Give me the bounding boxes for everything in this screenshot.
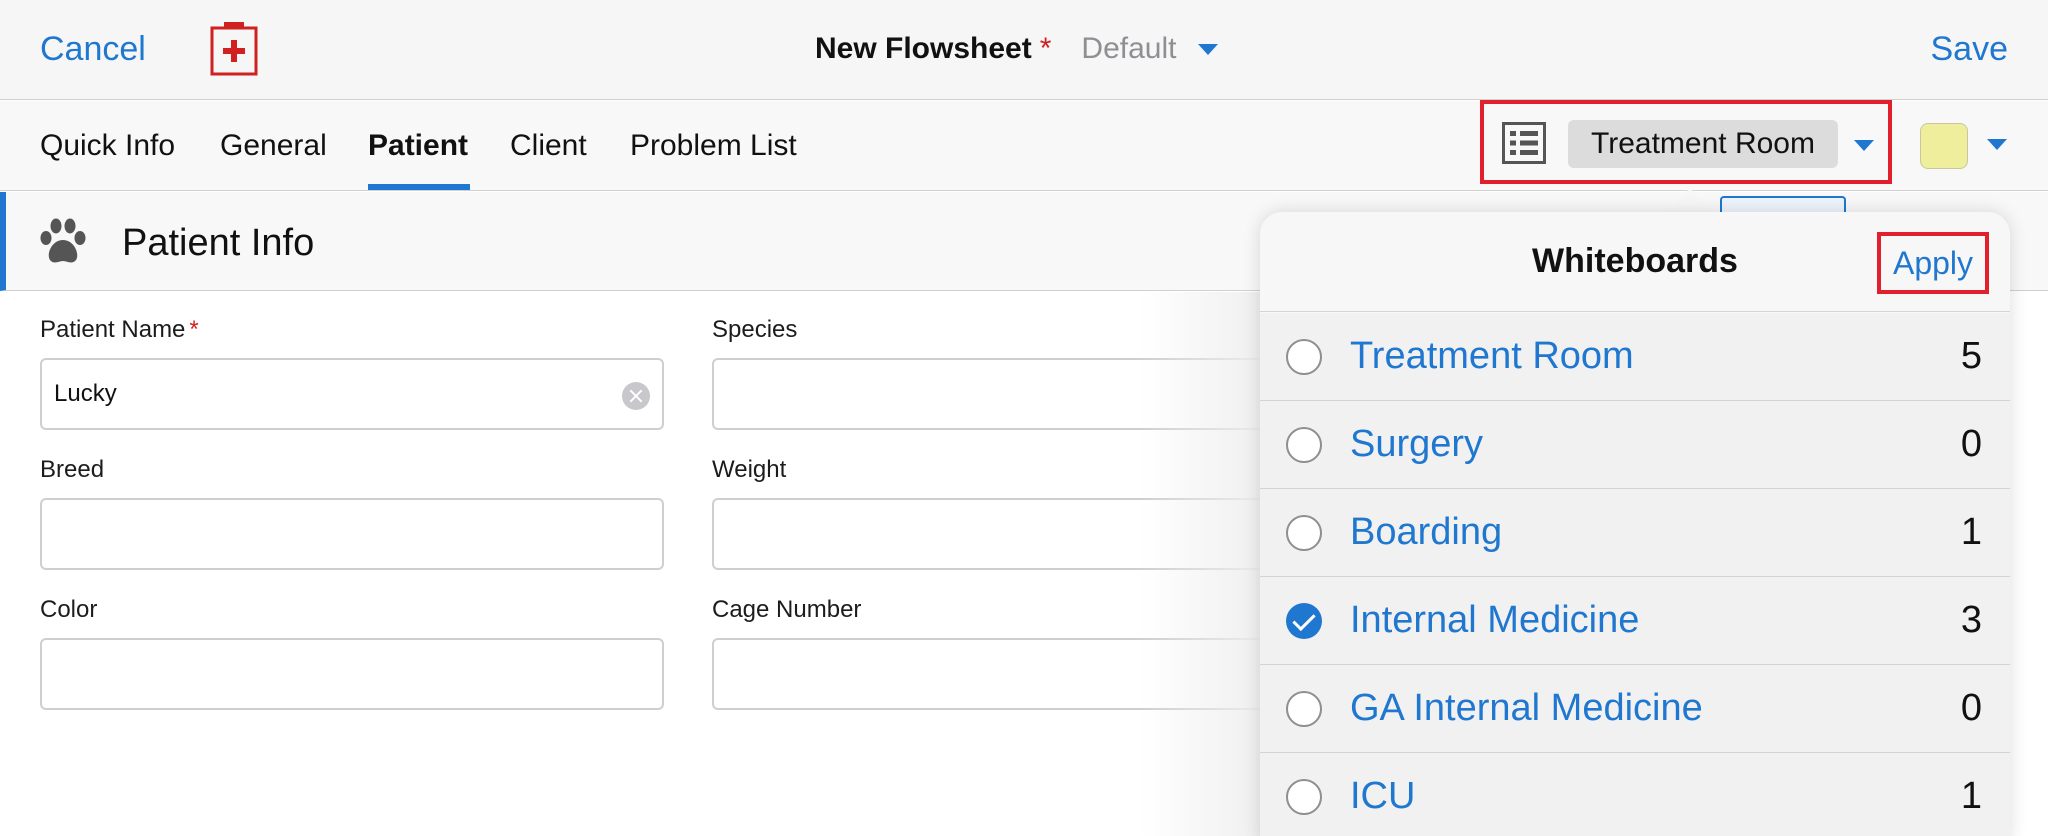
title-group: New Flowsheet * Default — [815, 32, 1219, 66]
breed-field[interactable] — [40, 498, 664, 570]
breed-label: Breed — [40, 456, 105, 483]
popover-header: Whiteboards Apply — [1260, 212, 2010, 312]
whiteboard-count: 3 — [1960, 599, 1982, 641]
patient-name-label: Patient Name * — [40, 316, 199, 343]
popover-shadow — [1140, 292, 1260, 836]
whiteboard-selector[interactable]: Treatment Room — [1480, 100, 1892, 184]
color-field[interactable] — [40, 638, 664, 710]
tab-client[interactable]: Client — [510, 129, 587, 163]
active-tab-indicator — [368, 184, 470, 190]
cancel-button[interactable]: Cancel — [40, 30, 146, 69]
patient-name-field[interactable]: Lucky — [40, 358, 664, 430]
paw-icon — [40, 218, 86, 263]
tab-problem-list[interactable]: Problem List — [630, 129, 797, 163]
list-icon — [1502, 122, 1546, 164]
popover-arrow — [1664, 188, 1716, 214]
whiteboard-name: Treatment Room — [1350, 335, 1634, 377]
whiteboards-popover: Whiteboards Apply Treatment Room 5 Surge… — [1260, 212, 2010, 836]
chevron-down-icon[interactable] — [1854, 140, 1874, 151]
whiteboard-name: GA Internal Medicine — [1350, 687, 1703, 729]
chevron-down-icon[interactable] — [1987, 139, 2007, 150]
template-dropdown[interactable]: Default — [1081, 32, 1176, 66]
whiteboard-item-surgery[interactable]: Surgery 0 — [1260, 401, 2010, 489]
whiteboard-item-treatment-room[interactable]: Treatment Room 5 — [1260, 313, 2010, 401]
species-label: Species — [712, 316, 798, 343]
tab-quick-info[interactable]: Quick Info — [40, 129, 175, 163]
save-button[interactable]: Save — [1931, 30, 2009, 69]
patient-name-value: Lucky — [54, 380, 117, 407]
apply-button[interactable]: Apply — [1877, 232, 1989, 294]
whiteboard-name: Surgery — [1350, 423, 1484, 465]
whiteboard-count: 1 — [1960, 775, 1982, 817]
whiteboard-count: 1 — [1960, 511, 1982, 553]
radio-icon[interactable] — [1286, 427, 1322, 463]
whiteboard-item-boarding[interactable]: Boarding 1 — [1260, 489, 2010, 577]
whiteboard-item-ga-internal-medicine[interactable]: GA Internal Medicine 0 — [1260, 665, 2010, 753]
top-navigation-bar: Cancel New Flowsheet * Default Save — [0, 0, 2048, 100]
radio-icon[interactable] — [1286, 779, 1322, 815]
page-title: New Flowsheet — [815, 32, 1032, 65]
color-swatch[interactable] — [1920, 123, 1968, 169]
whiteboard-name: Internal Medicine — [1350, 599, 1640, 641]
whiteboard-item-internal-medicine[interactable]: Internal Medicine 3 — [1260, 577, 2010, 665]
whiteboard-count: 0 — [1960, 687, 1982, 729]
whiteboard-item-icu[interactable]: ICU 1 — [1260, 753, 2010, 836]
radio-icon[interactable] — [1286, 691, 1322, 727]
whiteboard-name: ICU — [1350, 775, 1416, 817]
whiteboard-count: 0 — [1960, 423, 1982, 465]
tab-general[interactable]: General — [220, 129, 327, 163]
radio-icon[interactable] — [1286, 339, 1322, 375]
clear-icon[interactable] — [622, 382, 650, 410]
whiteboard-name: Boarding — [1350, 511, 1503, 553]
selected-whiteboard[interactable]: Treatment Room — [1568, 120, 1838, 168]
whiteboard-count: 5 — [1960, 335, 1982, 377]
required-marker: * — [1039, 32, 1052, 65]
tab-patient[interactable]: Patient — [368, 129, 468, 163]
color-label: Color — [40, 596, 98, 623]
weight-label: Weight — [712, 456, 787, 483]
checkmark-icon[interactable] — [1286, 603, 1322, 639]
medical-kit-icon[interactable] — [210, 22, 258, 76]
section-title: Patient Info — [122, 222, 315, 264]
cage-number-label: Cage Number — [712, 596, 862, 623]
chevron-down-icon[interactable] — [1198, 43, 1219, 55]
radio-icon[interactable] — [1286, 515, 1322, 551]
